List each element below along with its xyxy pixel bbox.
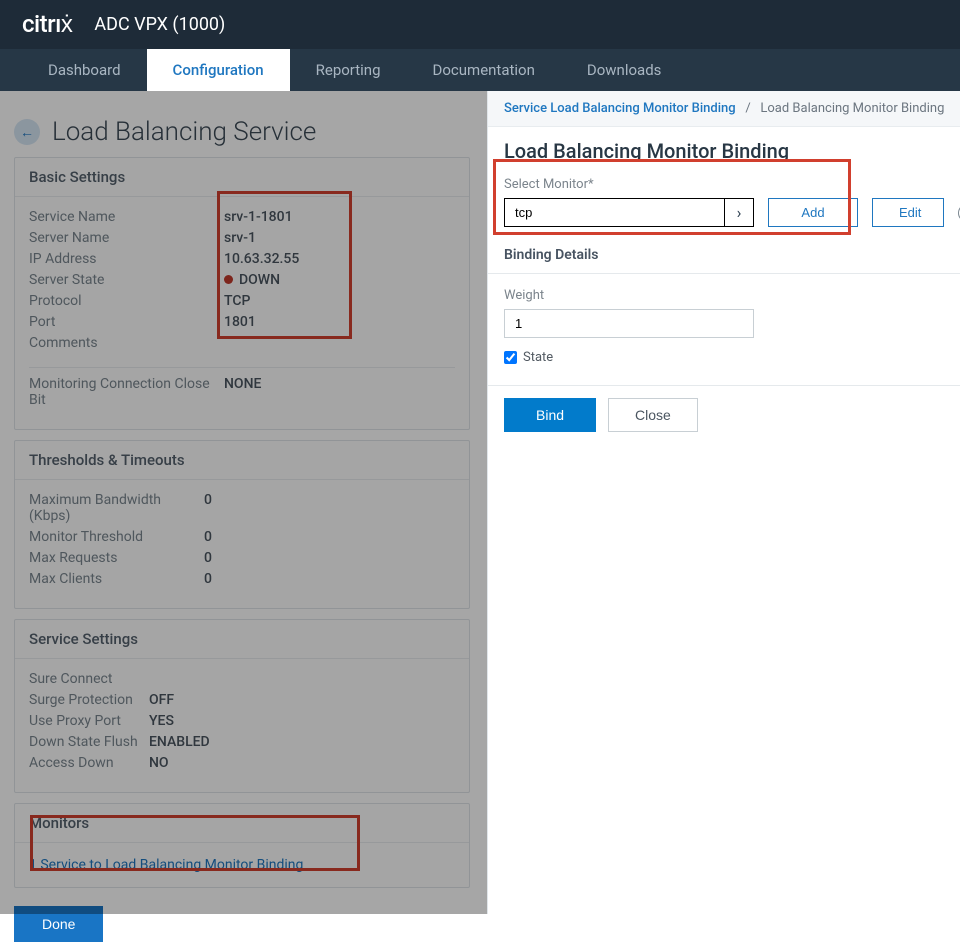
arrow-left-icon: ← [20,124,34,141]
done-button[interactable]: Done [14,906,103,942]
bind-button[interactable]: Bind [504,398,596,432]
left-pane: ← Load Balancing Service Basic Settings … [0,91,487,914]
state-checkbox[interactable] [504,351,517,364]
binding-details-heading: Binding Details [504,247,960,269]
label-max-requests: Max Requests [29,550,204,566]
tab-reporting[interactable]: Reporting [290,49,407,91]
app-header: citrıẋ ADC VPX (1000) [0,0,960,49]
select-monitor-label: Select Monitor* [504,177,960,192]
add-button[interactable]: Add [768,198,858,227]
label-port: Port [29,314,224,330]
breadcrumb: Service Load Balancing Monitor Binding /… [488,91,960,127]
value-max-requests: 0 [204,550,212,566]
brand-logo: citrıẋ [22,10,72,39]
value-service-name: srv-1-1801 [224,209,293,225]
label-mcc-bit: Monitoring Connection Close Bit [29,376,224,408]
label-use-proxy-port: Use Proxy Port [29,713,149,729]
value-max-bandwidth: 0 [204,492,212,524]
chevron-right-icon: › [737,203,742,222]
close-button[interactable]: Close [608,398,698,432]
label-max-clients: Max Clients [29,571,204,587]
breadcrumb-current: Load Balancing Monitor Binding [760,101,944,116]
value-mcc-bit: NONE [224,376,261,408]
label-ip-address: IP Address [29,251,224,267]
breadcrumb-separator: / [745,101,750,116]
back-button[interactable]: ← [14,119,40,145]
label-down-state-flush: Down State Flush [29,734,149,750]
panel-title: Load Balancing Monitor Binding [488,127,960,177]
card-thresholds: Thresholds & Timeouts Maximum Bandwidth … [14,440,470,609]
basic-settings-heading: Basic Settings [15,158,469,197]
value-down-state-flush: ENABLED [149,734,210,750]
label-max-bandwidth: Maximum Bandwidth (Kbps) [29,492,204,524]
card-basic-settings: Basic Settings Service Namesrv-1-1801 Se… [14,157,470,430]
breadcrumb-link[interactable]: Service Load Balancing Monitor Binding [504,101,736,116]
value-monitor-threshold: 0 [204,529,212,545]
label-access-down: Access Down [29,755,149,771]
value-max-clients: 0 [204,571,212,587]
value-server-state: DOWN [224,272,280,288]
main-nav-tabs: Dashboard Configuration Reporting Docume… [0,49,960,91]
value-use-proxy-port: YES [149,713,174,729]
value-access-down: NO [149,755,169,771]
edit-button[interactable]: Edit [872,198,944,227]
label-monitor-threshold: Monitor Threshold [29,529,204,545]
thresholds-heading: Thresholds & Timeouts [15,441,469,480]
label-comments: Comments [29,335,224,351]
tab-dashboard[interactable]: Dashboard [22,49,147,91]
value-server-name: srv-1 [224,230,256,246]
label-service-name: Service Name [29,209,224,225]
state-label: State [523,350,553,365]
tab-documentation[interactable]: Documentation [407,49,561,91]
weight-input[interactable] [504,309,754,338]
value-protocol: TCP [224,293,250,309]
label-sure-connect: Sure Connect [29,671,149,687]
value-surge-protection: OFF [149,692,174,708]
card-monitors: Monitors 1 Service to Load Balancing Mon… [14,803,470,888]
value-port: 1801 [224,314,256,330]
monitors-heading: Monitors [15,804,469,843]
tab-configuration[interactable]: Configuration [147,49,290,91]
select-monitor-open[interactable]: › [724,198,754,227]
product-name: ADC VPX (1000) [94,14,225,35]
page-title: Load Balancing Service [52,117,316,147]
service-settings-heading: Service Settings [15,620,469,659]
monitor-binding-link[interactable]: 1 Service to Load Balancing Monitor Bind… [15,843,469,887]
value-ip-address: 10.63.32.55 [224,251,299,267]
label-server-name: Server Name [29,230,224,246]
label-server-state: Server State [29,272,224,288]
tab-downloads[interactable]: Downloads [561,49,688,91]
weight-label: Weight [504,288,960,303]
label-protocol: Protocol [29,293,224,309]
card-service-settings: Service Settings Sure Connect Surge Prot… [14,619,470,793]
logo-text: citrıẋ [22,10,72,39]
right-panel: Service Load Balancing Monitor Binding /… [487,91,960,914]
select-monitor-input[interactable] [504,198,724,227]
label-surge-protection: Surge Protection [29,692,149,708]
